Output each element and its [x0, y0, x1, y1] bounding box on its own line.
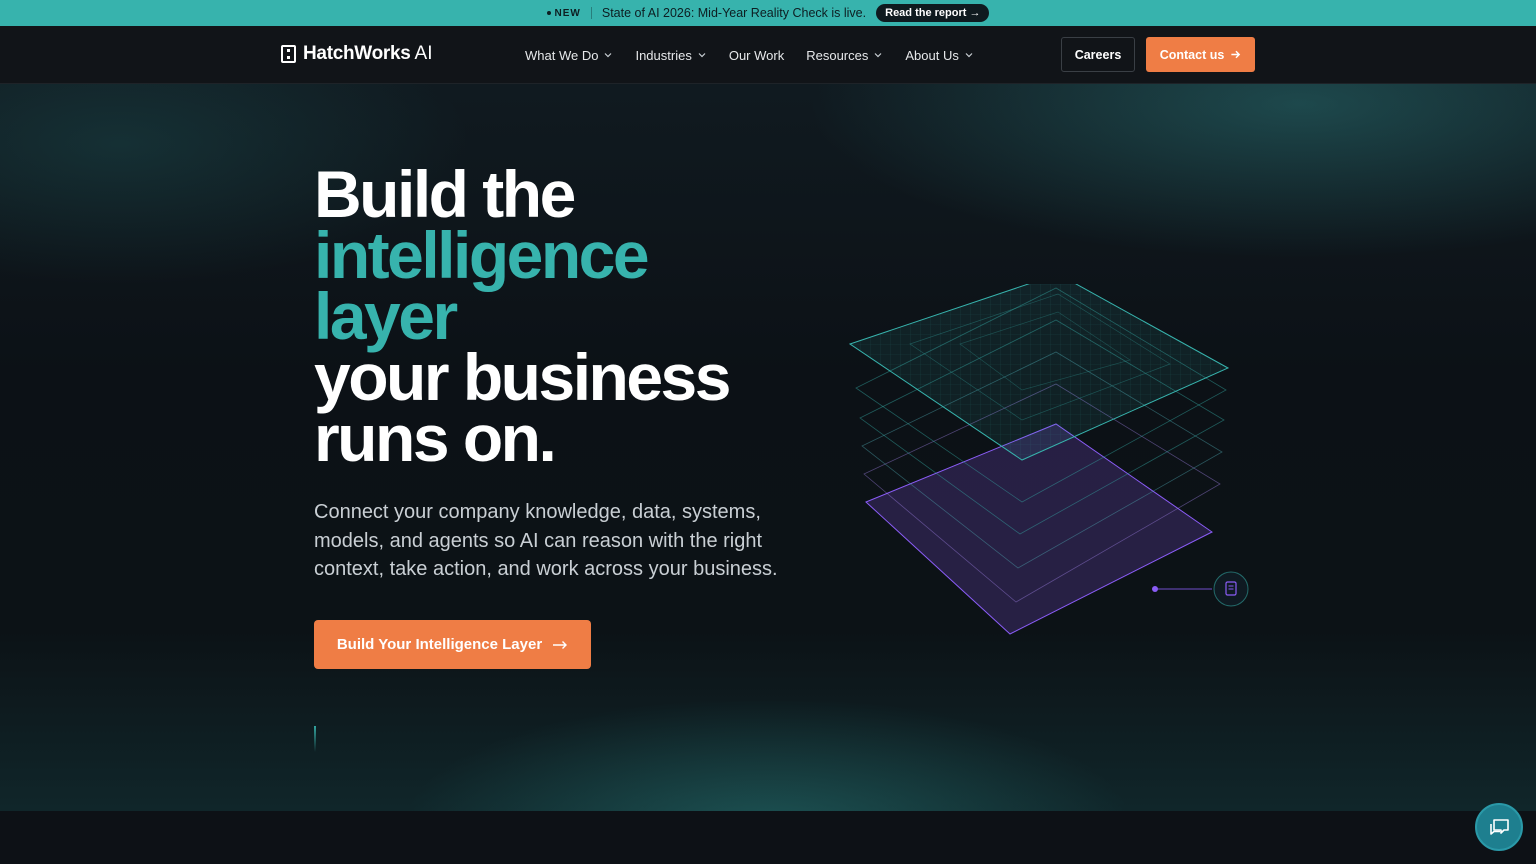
nav-menu: What We Do Industries Our Work Resources… — [525, 26, 974, 84]
main-nav: HatchWorks AI What We Do Industries Our W… — [0, 26, 1536, 84]
contact-us-label: Contact us — [1159, 47, 1225, 62]
contact-us-button[interactable]: Contact us — [1146, 37, 1255, 72]
top-grid-layer — [848, 284, 1230, 461]
hero-subtext: Connect your company knowledge, data, sy… — [314, 501, 778, 580]
headline-line-5: runs on. — [314, 401, 557, 475]
new-badge: NEW — [546, 7, 581, 19]
chevron-down-icon — [874, 53, 882, 58]
nav-item-label: Industries — [635, 47, 692, 63]
hatchworks-logo[interactable]: HatchWorks AI — [281, 43, 432, 65]
nav-item-label: About Us — [905, 47, 959, 63]
nav-item-resources[interactable]: Resources — [806, 48, 883, 63]
headline-line-1: Build the — [314, 157, 576, 231]
headline-line-4: your business — [314, 340, 731, 414]
new-badge-label: NEW — [554, 7, 581, 19]
logo-mark-icon — [281, 45, 296, 63]
scroll-indicator — [314, 726, 316, 752]
nav-item-industries[interactable]: Industries — [635, 48, 706, 63]
chat-bubbles-icon — [1490, 819, 1509, 835]
build-intelligence-layer-button[interactable]: Build Your Intelligence Layer — [314, 620, 591, 669]
read-report-button[interactable]: Read the report → — [876, 4, 990, 22]
next-section — [0, 811, 1536, 864]
chevron-down-icon — [698, 53, 706, 58]
nav-item-what-we-do[interactable]: What We Do — [525, 48, 613, 63]
announcement-bar: NEW State of AI 2026: Mid-Year Reality C… — [0, 0, 1536, 26]
chevron-down-icon — [965, 53, 973, 58]
headline-line-2: intelligence — [314, 218, 650, 292]
layers-illustration — [848, 284, 1249, 635]
hero-section: Build the intelligence layer your busine… — [0, 84, 1536, 811]
chevron-down-icon — [605, 53, 612, 58]
chat-widget-button[interactable] — [1475, 803, 1523, 851]
announcement-divider — [590, 7, 592, 19]
careers-button[interactable]: Careers — [1061, 37, 1135, 72]
nav-item-our-work[interactable]: Our Work — [729, 48, 784, 63]
arrow-right-icon — [1231, 50, 1241, 59]
arrow-right-icon — [553, 640, 568, 649]
announcement-text: State of AI 2026: Mid-Year Reality Check… — [601, 6, 867, 20]
cta-label: Build Your Intelligence Layer — [336, 636, 543, 653]
nav-item-label: Our Work — [728, 47, 785, 63]
logo-suffix: AI — [414, 43, 433, 64]
badge-dot — [546, 11, 551, 15]
nav-item-label: Resources — [806, 47, 869, 63]
headline-line-3: layer — [314, 279, 458, 353]
nav-item-about-us[interactable]: About Us — [905, 48, 973, 63]
nav-item-label: What We Do — [525, 47, 599, 63]
hero-headline: Build the intelligence layer your busine… — [314, 157, 731, 475]
connector-dot — [1152, 586, 1158, 592]
logo-brand: HatchWorks — [303, 43, 411, 64]
